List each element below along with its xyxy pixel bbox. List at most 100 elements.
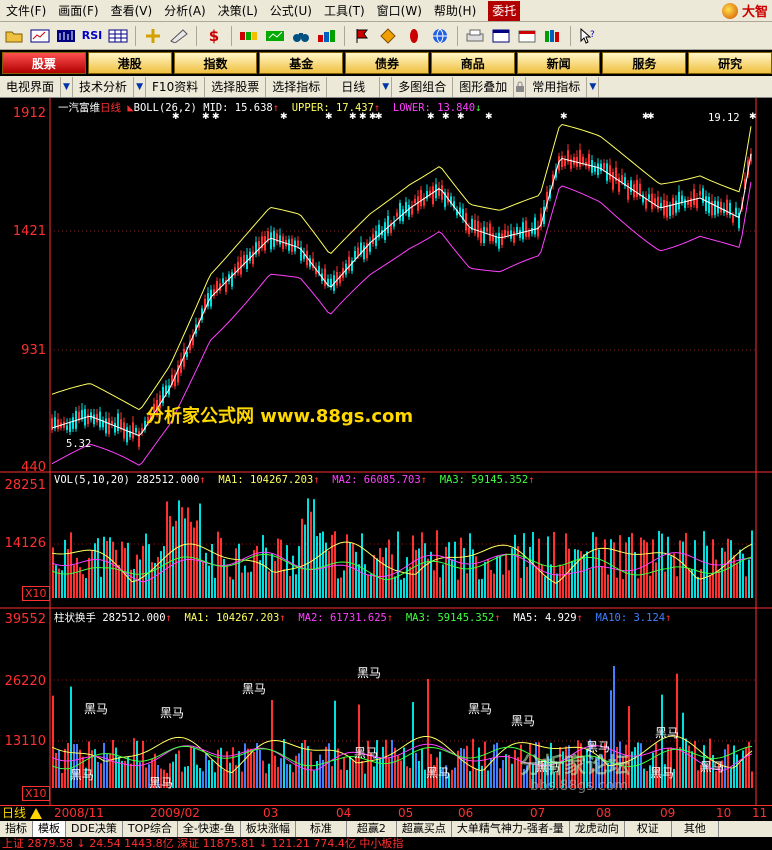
cat-research[interactable]: 研究 (688, 52, 772, 74)
color-bars-icon[interactable] (237, 25, 261, 47)
kline-window-icon[interactable] (54, 25, 78, 47)
tab-standard[interactable]: 标准 (296, 821, 347, 837)
tab-dde[interactable]: DDE决策 (66, 821, 123, 837)
volume-bar (643, 539, 645, 598)
cat-news[interactable]: 新闻 (516, 52, 601, 74)
tab-big-order[interactable]: 大单精气神力-强者-量 (452, 821, 570, 837)
tab-indicator[interactable]: 指标 (0, 821, 33, 837)
dropdown-arrow-icon[interactable]: ▼ (134, 76, 147, 97)
toolbar-separator (344, 25, 345, 46)
leaf-icon[interactable] (402, 25, 426, 47)
menu-help[interactable]: 帮助(H) (428, 1, 482, 21)
open-folder-icon[interactable] (2, 25, 26, 47)
tab-chaoying-buy[interactable]: 超赢买点 (397, 821, 452, 837)
tab-chaoying2[interactable]: 超赢2 (347, 821, 397, 837)
compare-icon[interactable] (263, 25, 287, 47)
flag-icon[interactable] (350, 25, 374, 47)
dropdown-arrow-icon[interactable]: ▼ (61, 76, 74, 97)
dropdown-arrow-icon[interactable]: ▼ (380, 76, 393, 97)
period-label: 日线 (100, 102, 121, 114)
menu-decision[interactable]: 决策(L) (212, 1, 264, 21)
dollar-icon[interactable]: $ (202, 25, 226, 47)
cat-bonds[interactable]: 债券 (345, 52, 429, 74)
lock-icon[interactable] (514, 76, 527, 97)
print-icon[interactable] (463, 25, 487, 47)
turnover-bar (421, 748, 423, 788)
volume-bar (115, 549, 117, 598)
menu-tools[interactable]: 工具(T) (318, 1, 371, 21)
volume-bar (88, 557, 90, 598)
tab-warrant[interactable]: 权证 (625, 821, 672, 837)
volume-bar (367, 574, 369, 598)
chart-window-icon[interactable] (28, 25, 52, 47)
volume-bar (199, 503, 201, 598)
fn-select-stock[interactable]: 选择股票 (205, 76, 267, 97)
grid-icon[interactable] (106, 25, 130, 47)
fn-daily[interactable]: 日线 (327, 76, 381, 97)
fn-overlay[interactable]: 图形叠加 (453, 76, 515, 97)
tab-template[interactable]: 模板 (33, 821, 66, 837)
forum-url-watermark: bbs.88gs.com (530, 778, 628, 794)
turn-ma3: MA3: 59145.352 (405, 612, 495, 624)
fn-tech-analysis[interactable]: 技术分析 (73, 76, 135, 97)
volume-bar (457, 579, 459, 598)
candle-body (564, 159, 566, 166)
diamond-icon[interactable] (376, 25, 400, 47)
date-label: 06 (458, 806, 474, 820)
globe-icon[interactable] (428, 25, 452, 47)
cat-services[interactable]: 服务 (602, 52, 687, 74)
menu-screen[interactable]: 画面(F) (52, 1, 104, 21)
turn-ma5: MA5: 4.929 (513, 612, 577, 624)
calendar-icon[interactable] (515, 25, 539, 47)
tab-dragon-tiger[interactable]: 龙虎动向 (570, 821, 625, 837)
dropdown-arrow-icon[interactable]: ▼ (587, 76, 600, 97)
menu-window[interactable]: 窗口(W) (371, 1, 428, 21)
window-icon[interactable] (489, 25, 513, 47)
volume-bar (724, 551, 726, 598)
tab-other[interactable]: 其他 (672, 821, 719, 837)
kline-chart[interactable]: ✱ ✱ ✱ ✱ ✱ ✱ ✱ ✱✱ ✱ ✱ ✱ ✱ ✱ ✱✱ ✱ (0, 98, 772, 805)
turnover-bar (412, 702, 414, 788)
books-icon[interactable] (541, 25, 565, 47)
candle-body (483, 226, 485, 244)
binoculars-icon[interactable] (289, 25, 313, 47)
fn-common-indicators[interactable]: 常用指标 (526, 76, 588, 97)
cat-index[interactable]: 指数 (173, 52, 258, 74)
volume-bar (172, 526, 174, 598)
volume-bar (193, 527, 195, 598)
volume-bar (709, 575, 711, 598)
crosshair-icon[interactable] (141, 25, 165, 47)
x10-label: X10 (22, 786, 50, 801)
chart-area[interactable]: ✱ ✱ ✱ ✱ ✱ ✱ ✱ ✱ ✱ ✱ ✱ ✱ ✱ ✱ ✱ ✱ ✱ 一汽富维日线 ◣BOLL(26,2) MID… (0, 98, 772, 805)
turnover-bar (103, 742, 105, 788)
turnover-bar (199, 767, 201, 788)
menu-formula[interactable]: 公式(U) (264, 1, 318, 21)
fn-select-indicator[interactable]: 选择指标 (266, 76, 328, 97)
help-pointer-icon[interactable]: ? (576, 25, 600, 47)
blocks-icon[interactable] (315, 25, 339, 47)
tab-fast-fish[interactable]: 全-快速-鱼 (178, 821, 241, 837)
rsi-button[interactable]: RSI (80, 25, 104, 47)
volume-bar (355, 551, 357, 598)
tab-top[interactable]: TOP综合 (123, 821, 178, 837)
turnover-bar (331, 766, 333, 788)
candle-body (609, 165, 611, 180)
menu-analysis[interactable]: 分析(A) (158, 1, 212, 21)
cat-funds[interactable]: 基金 (259, 52, 344, 74)
tab-sector-gain[interactable]: 板块涨幅 (241, 821, 296, 837)
volume-bar (439, 577, 441, 598)
menu-file[interactable]: 文件(F) (0, 1, 52, 21)
price-axis-label: 440 (21, 460, 46, 475)
cat-stocks[interactable]: 股票 (2, 52, 86, 74)
ruler-icon[interactable] (167, 25, 191, 47)
fn-tv-view[interactable]: 电视界面 (0, 76, 62, 97)
entrust-button[interactable]: 委托 (488, 0, 521, 21)
candle-body (474, 220, 476, 234)
turnover-bar (259, 749, 261, 788)
cat-hk-stocks[interactable]: 港股 (87, 52, 172, 74)
menu-view[interactable]: 查看(V) (105, 1, 159, 21)
fn-f10[interactable]: F10资料 (146, 76, 206, 97)
vol-value: 282512.000 (136, 474, 200, 486)
fn-multi-chart[interactable]: 多图组合 (392, 76, 454, 97)
cat-commodities[interactable]: 商品 (430, 52, 515, 74)
